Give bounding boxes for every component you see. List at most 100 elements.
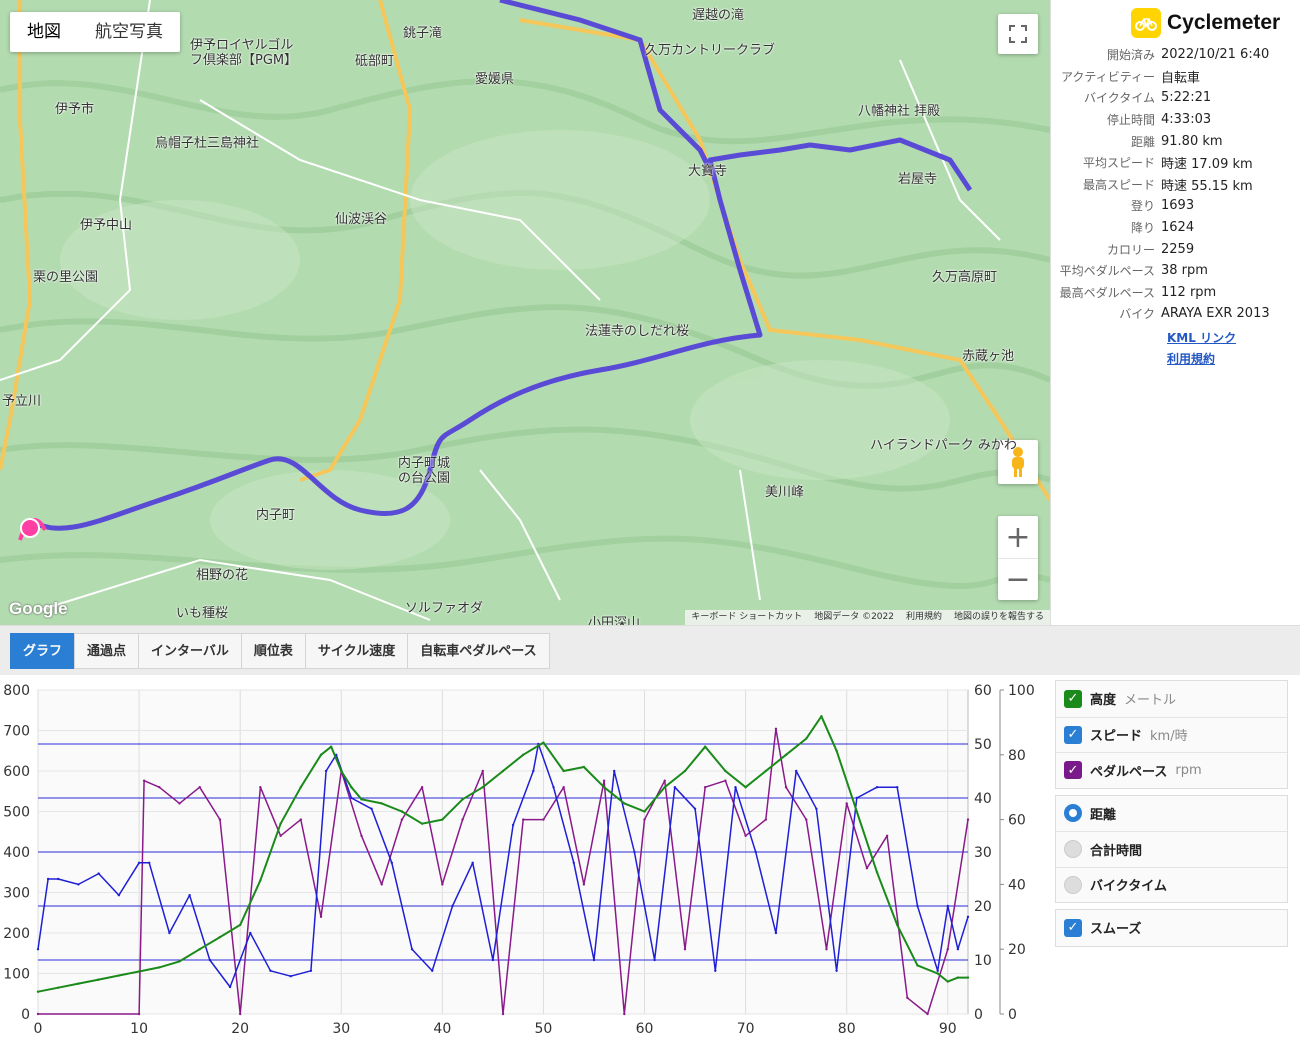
series-point-1 [572,861,575,864]
tab-4[interactable]: サイクル速度 [304,633,409,669]
kml-link[interactable]: KML リンク [1167,328,1236,349]
tab-bar: グラフ 通過点 インターバル 順位表 サイクル速度 自転車ペダルペース [0,625,1300,675]
series-point-0 [420,822,424,825]
elevation-speed-cadence-chart: 0 10 20 30 40 50 60 70 80 90010020030040050060070… [3,683,1034,1037]
map-place-label: 伊予中山 [80,218,133,233]
y-left-tick-label: 500 [3,805,30,821]
x-axis-option[interactable]: バイクタイム [1056,866,1287,903]
y-right1-tick-label: 20 [974,899,992,915]
series-point-1 [36,948,40,951]
series-point-2 [582,883,586,886]
series-point-1 [249,931,252,935]
series-point-2 [562,786,565,789]
series-point-2 [178,802,181,805]
series-point-0 [875,871,879,874]
stat-row: 最高ペダルペース 112 rpm [1051,282,1300,304]
checkbox-checked-icon: ✓ [1064,689,1082,708]
smooth-toggle[interactable]: ✓ スムーズ [1056,910,1287,946]
activity-summary-panel: Cyclemeter 開始済み 2022/10/21 6:40 アクティビティー 自転… [1050,0,1300,625]
series-toggle[interactable]: ✓ ペダルペース rpm [1056,752,1287,788]
zoom-in-button[interactable]: + [998,516,1038,558]
tab-2[interactable]: インターバル [138,633,242,669]
series-point-1 [754,850,757,854]
stat-label: 開始済み [1106,48,1155,63]
series-point-2 [724,779,727,782]
stat-value: 38 rpm [1161,263,1208,279]
chart-options-panel: ✓ 高度 メートル ✓ スピード km/時 ✓ ペダルペース rpm 距離 合計時間 バイクタイム … [1055,680,1288,953]
stat-row: 開始済み 2022/10/21 6:40 [1051,44,1300,66]
x-axis-option[interactable]: 合計時間 [1056,831,1287,867]
series-point-0 [966,976,970,979]
map-place-label: 愛媛県 [475,72,515,87]
series-point-2 [542,818,545,821]
zoom-out-button[interactable]: − [998,558,1038,600]
map-terms-link[interactable]: 利用規約 [900,610,948,625]
series-point-1 [835,969,838,972]
x-tick-label: 20 [231,1021,249,1037]
series-point-0 [97,978,100,981]
series-point-0 [329,745,333,748]
series-point-2 [805,818,808,821]
map-type-satellite-button[interactable]: 航空写真 [78,12,180,52]
map-terrain [0,0,1050,625]
series-point-1 [97,872,100,875]
series-point-0 [350,786,353,789]
series-point-1 [117,894,121,897]
map-type-roadmap-button[interactable]: 地図 [10,12,78,52]
series-point-0 [238,923,242,927]
series-point-1 [693,807,697,810]
series-point-0 [602,786,606,789]
series-point-1 [188,894,191,897]
keyboard-shortcuts-link[interactable]: キーボード ショートカット [685,610,808,625]
x-axis-option[interactable]: 距離 [1056,796,1287,832]
series-point-1 [966,915,970,918]
stat-label: 停止時間 [1106,113,1155,128]
checkbox-checked-icon: ✓ [1064,725,1082,744]
report-map-error-link[interactable]: 地図の誤りを報告する [948,610,1050,625]
map-attribution: キーボード ショートカット 地図データ ©2022 利用規約 地図の誤りを報告す… [685,610,1050,625]
series-point-0 [441,818,444,821]
route-map[interactable]: 地図 航空写真 + − Google キーボード ショートカット 地図データ ©… [0,0,1050,625]
stat-value: 時速 17.09 km [1161,157,1253,173]
series-point-0 [522,753,525,756]
series-point-1 [734,786,737,789]
series-point-1 [956,948,960,951]
map-place-label: 内子町城の台公園 [398,456,451,486]
series-point-0 [198,948,201,951]
map-place-label: ハイランドパーク みかわ [870,438,1017,453]
stat-row: 平均スピード 時速 17.09 km [1051,152,1300,174]
stat-value: 1624 [1161,220,1195,236]
series-point-2 [218,818,222,821]
series-point-1 [511,823,515,827]
series-point-0 [663,786,666,789]
series-point-2 [420,786,424,789]
radio-icon [1064,875,1082,894]
series-point-0 [764,769,768,773]
google-logo: Google [9,599,68,618]
series-point-2 [461,818,464,821]
y-right1-tick-label: 40 [974,791,992,807]
x-tick-label: 60 [636,1021,654,1037]
series-point-2 [441,883,444,886]
tab-3[interactable]: 順位表 [240,633,306,669]
stat-value: ARAYA EXR 2013 [1161,306,1270,322]
series-point-1 [946,904,949,908]
y-right2-tick-label: 40 [1008,877,1026,893]
tab-0[interactable]: グラフ [10,633,76,669]
series-point-1 [431,969,434,972]
series-point-1 [673,786,677,789]
terms-link[interactable]: 利用規約 [1167,349,1236,370]
map-place-label: 久万カントリークラブ [645,43,776,58]
stat-row: 平均ペダルペース 38 rpm [1051,260,1300,282]
series-point-1 [592,958,596,962]
series-point-0 [461,798,464,801]
app-name: Cyclemeter [1167,11,1281,34]
tab-5[interactable]: 自転車ペダルペース [407,633,550,669]
series-toggle[interactable]: ✓ 高度 メートル [1056,681,1287,717]
fullscreen-button[interactable] [998,14,1038,54]
series-point-0 [703,745,707,748]
series-toggle[interactable]: ✓ スピード km/時 [1056,716,1287,753]
tab-1[interactable]: 通過点 [74,633,140,669]
series-point-2 [774,727,778,731]
series-point-2 [279,834,282,837]
